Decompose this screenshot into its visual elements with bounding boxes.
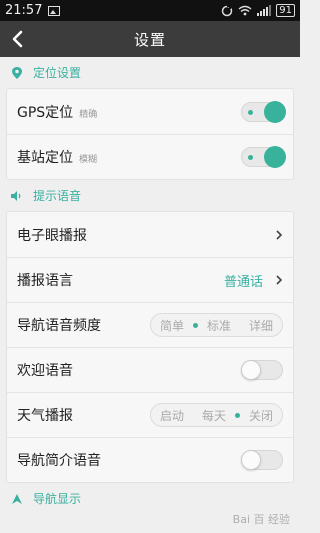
- top-bar: 设置: [0, 21, 300, 57]
- base-station-toggle[interactable]: [241, 146, 286, 168]
- e-eye-label: 电子眼播报: [17, 227, 87, 244]
- section-header-location: 定位设置: [0, 57, 300, 88]
- base-station-row: 基站定位 模糊: [7, 134, 293, 179]
- sync-icon: [222, 4, 233, 16]
- status-bar: 21:57 91: [0, 0, 300, 21]
- gps-location-row: GPS定位 精确: [7, 89, 293, 134]
- gps-toggle[interactable]: [241, 100, 286, 123]
- freq-option-simple[interactable]: 简单: [151, 317, 193, 334]
- weather-option-start[interactable]: 启动: [151, 407, 193, 424]
- signal-icon: [257, 5, 272, 16]
- navigation-intro-label: 导航简介语音: [17, 453, 101, 469]
- navigation-intro-row: 导航简介语音: [7, 437, 293, 482]
- voice-card: 电子眼播报 播报语言 普通话 导航语音频度 简单 标准 详细 欢迎语音 天气播报…: [6, 211, 294, 483]
- welcome-voice-row: 欢迎语音: [7, 347, 293, 392]
- chevron-right-icon: [276, 275, 283, 285]
- section-title-voice: 提示语音: [33, 189, 82, 203]
- battery-icon: 91: [276, 4, 295, 17]
- section-header-voice: 提示语音: [0, 180, 300, 211]
- back-arrow-icon[interactable]: [8, 29, 28, 49]
- weather-broadcast-selector[interactable]: 启动 每天 关闭: [149, 403, 283, 427]
- gps-label: GPS定位: [17, 104, 74, 121]
- broadcast-language-row[interactable]: 播报语言 普通话: [7, 257, 293, 302]
- base-station-label: 基站定位: [17, 150, 73, 166]
- location-pin-icon: [11, 66, 23, 79]
- broadcast-language-label: 播报语言: [17, 273, 73, 289]
- page-title: 设置: [133, 30, 166, 49]
- status-icons: 91: [221, 4, 295, 17]
- welcome-voice-label: 欢迎语音: [17, 363, 73, 379]
- e-eye-row[interactable]: 电子眼播报: [7, 212, 293, 257]
- speaker-icon: [11, 190, 23, 202]
- section-header-display: 导航显示: [0, 483, 300, 514]
- navigation-arrow-icon: [11, 493, 23, 505]
- status-time: 21:57: [5, 3, 43, 18]
- chevron-right-icon: [276, 229, 283, 240]
- section-title-location: 定位设置: [33, 66, 82, 80]
- location-card: GPS定位 精确 基站定位 模糊: [6, 88, 294, 180]
- gps-sub-label: 精确: [79, 109, 98, 120]
- wifi-icon: [238, 5, 252, 16]
- freq-option-standard[interactable]: 标准: [198, 317, 240, 334]
- freq-option-detailed[interactable]: 详细: [240, 317, 282, 334]
- voice-frequency-selector[interactable]: 简单 标准 详细: [149, 313, 283, 337]
- weather-broadcast-label: 天气播报: [17, 408, 73, 424]
- broadcast-language-value: 普通话: [223, 274, 263, 290]
- section-title-display: 导航显示: [33, 492, 82, 506]
- voice-frequency-row: 导航语音频度 简单 标准 详细: [7, 302, 293, 347]
- watermark-logo: Bai 百 经验: [232, 513, 290, 526]
- base-station-sub-label: 模糊: [79, 155, 98, 165]
- weather-option-off[interactable]: 关闭: [240, 407, 282, 424]
- voice-frequency-label: 导航语音频度: [17, 318, 101, 334]
- image-notification-icon: [48, 5, 61, 16]
- weather-broadcast-row: 天气播报 启动 每天 关闭: [7, 392, 293, 437]
- navigation-intro-toggle[interactable]: [241, 450, 283, 470]
- weather-option-daily[interactable]: 每天: [193, 407, 235, 424]
- welcome-voice-toggle[interactable]: [241, 360, 283, 380]
